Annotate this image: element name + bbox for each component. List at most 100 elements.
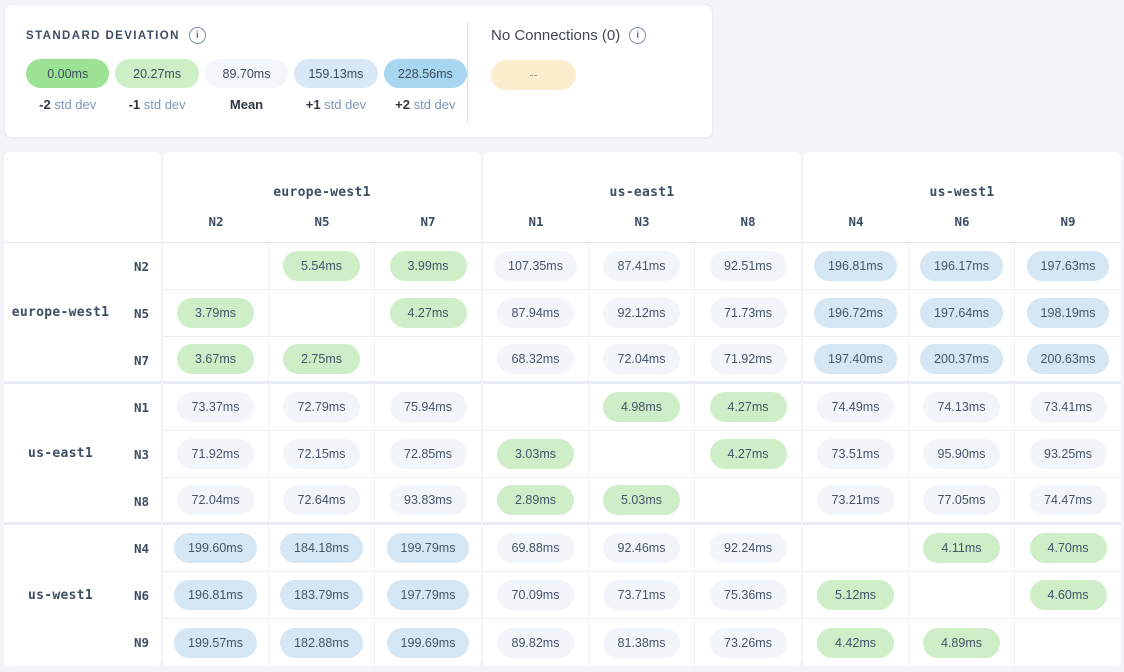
latency-cell[interactable]: 87.41ms [589, 243, 695, 289]
column-region-label: europe-west1 [163, 185, 481, 200]
latency-cell[interactable]: 72.64ms [269, 478, 375, 522]
latency-cell[interactable]: 184.18ms [269, 525, 375, 571]
latency-cell[interactable]: 197.79ms [375, 572, 481, 618]
latency-cell[interactable]: 75.36ms [695, 572, 801, 618]
latency-pill: 73.21ms [817, 485, 894, 515]
latency-cell[interactable]: 74.13ms [909, 384, 1015, 430]
latency-cell[interactable]: 197.64ms [909, 290, 1015, 336]
latency-cell[interactable]: 196.81ms [803, 243, 909, 289]
column-node-label: N1 [483, 202, 589, 242]
latency-cell[interactable]: 198.19ms [1015, 290, 1121, 336]
latency-cell[interactable]: 75.94ms [375, 384, 481, 430]
latency-cell[interactable]: 68.32ms [483, 337, 589, 381]
row-region-label: us-west1 [4, 525, 111, 666]
legend-label-minus1: -1 std dev [115, 97, 198, 112]
latency-cell[interactable]: 71.92ms [163, 431, 269, 477]
latency-cell[interactable]: 3.99ms [375, 243, 481, 289]
row-node-labels: N2N5N7 [111, 243, 161, 381]
latency-cell[interactable]: 73.41ms [1015, 384, 1121, 430]
latency-pill: 70.09ms [497, 580, 574, 610]
latency-cell[interactable]: 3.03ms [483, 431, 589, 477]
latency-pill: 4.98ms [603, 392, 680, 422]
latency-cell[interactable]: 74.49ms [803, 384, 909, 430]
column-group-us-west1: us-west1N4N6N9196.81ms196.17ms197.63ms19… [803, 152, 1121, 666]
latency-cell[interactable]: 73.51ms [803, 431, 909, 477]
legend-label-plus2: +2 std dev [384, 97, 467, 112]
latency-cell[interactable]: 4.11ms [909, 525, 1015, 571]
latency-cell[interactable]: 4.27ms [375, 290, 481, 336]
no-connections-info-icon[interactable]: i [629, 27, 646, 44]
latency-cell[interactable]: 72.15ms [269, 431, 375, 477]
latency-pill: 197.64ms [920, 298, 1003, 328]
latency-cell[interactable]: 95.90ms [909, 431, 1015, 477]
latency-cell[interactable]: 197.63ms [1015, 243, 1121, 289]
std-dev-info-icon[interactable]: i [189, 27, 206, 44]
row-region-label: us-east1 [4, 384, 111, 522]
latency-cell[interactable]: 73.21ms [803, 478, 909, 522]
latency-cell[interactable]: 72.85ms [375, 431, 481, 477]
latency-pill: 183.79ms [280, 580, 363, 610]
latency-cell[interactable]: 4.60ms [1015, 572, 1121, 618]
latency-cell[interactable]: 92.51ms [695, 243, 801, 289]
latency-cell[interactable]: 77.05ms [909, 478, 1015, 522]
latency-cell[interactable]: 199.57ms [163, 619, 269, 666]
latency-cell[interactable]: 199.69ms [375, 619, 481, 666]
latency-cell[interactable]: 4.27ms [695, 384, 801, 430]
latency-cell[interactable]: 93.83ms [375, 478, 481, 522]
latency-cell[interactable]: 4.70ms [1015, 525, 1121, 571]
latency-cell[interactable]: 92.46ms [589, 525, 695, 571]
latency-pill: 72.85ms [390, 439, 467, 469]
latency-cell[interactable]: 70.09ms [483, 572, 589, 618]
latency-cell[interactable]: 81.38ms [589, 619, 695, 666]
row-node-label: N4 [111, 525, 161, 572]
latency-cell[interactable]: 199.60ms [163, 525, 269, 571]
latency-cell[interactable]: 196.17ms [909, 243, 1015, 289]
latency-cell[interactable]: 5.54ms [269, 243, 375, 289]
latency-cell[interactable]: 196.81ms [163, 572, 269, 618]
latency-cell[interactable]: 107.35ms [483, 243, 589, 289]
latency-pill: 87.94ms [497, 298, 574, 328]
latency-pill: 196.72ms [814, 298, 897, 328]
latency-cell[interactable]: 199.79ms [375, 525, 481, 571]
latency-cell[interactable]: 73.37ms [163, 384, 269, 430]
latency-cell[interactable]: 69.88ms [483, 525, 589, 571]
latency-cell[interactable]: 2.75ms [269, 337, 375, 381]
latency-cell[interactable]: 4.98ms [589, 384, 695, 430]
self-cell [269, 290, 375, 336]
latency-cell[interactable]: 73.26ms [695, 619, 801, 666]
row-node-label: N9 [111, 619, 161, 666]
matrix-row: 73.51ms95.90ms93.25ms [803, 431, 1121, 478]
latency-cell[interactable]: 73.71ms [589, 572, 695, 618]
latency-cell[interactable]: 3.67ms [163, 337, 269, 381]
latency-cell[interactable]: 72.79ms [269, 384, 375, 430]
latency-cell[interactable]: 72.04ms [163, 478, 269, 522]
matrix-row: 199.57ms182.88ms199.69ms [163, 619, 481, 666]
row-node-label: N7 [111, 337, 161, 384]
latency-cell[interactable]: 92.12ms [589, 290, 695, 336]
latency-cell[interactable]: 5.03ms [589, 478, 695, 522]
legend-pill-minus2: 0.00ms [26, 59, 109, 88]
latency-cell[interactable]: 200.37ms [909, 337, 1015, 381]
latency-cell[interactable]: 200.63ms [1015, 337, 1121, 381]
latency-cell[interactable]: 71.73ms [695, 290, 801, 336]
latency-cell[interactable]: 182.88ms [269, 619, 375, 666]
latency-cell[interactable]: 92.24ms [695, 525, 801, 571]
latency-cell[interactable]: 89.82ms [483, 619, 589, 666]
latency-cell[interactable]: 3.79ms [163, 290, 269, 336]
latency-cell[interactable]: 5.12ms [803, 572, 909, 618]
latency-cell[interactable]: 4.89ms [909, 619, 1015, 666]
latency-cell[interactable]: 197.40ms [803, 337, 909, 381]
latency-cell[interactable]: 183.79ms [269, 572, 375, 618]
latency-cell[interactable]: 4.27ms [695, 431, 801, 477]
latency-cell[interactable]: 72.04ms [589, 337, 695, 381]
matrix-row: 5.12ms 4.60ms [803, 572, 1121, 619]
latency-cell[interactable]: 74.47ms [1015, 478, 1121, 522]
latency-pill: 3.03ms [497, 439, 574, 469]
latency-pill: 75.94ms [390, 392, 467, 422]
latency-cell[interactable]: 87.94ms [483, 290, 589, 336]
latency-cell[interactable]: 4.42ms [803, 619, 909, 666]
latency-cell[interactable]: 2.89ms [483, 478, 589, 522]
latency-cell[interactable]: 71.92ms [695, 337, 801, 381]
latency-cell[interactable]: 196.72ms [803, 290, 909, 336]
latency-cell[interactable]: 93.25ms [1015, 431, 1121, 477]
